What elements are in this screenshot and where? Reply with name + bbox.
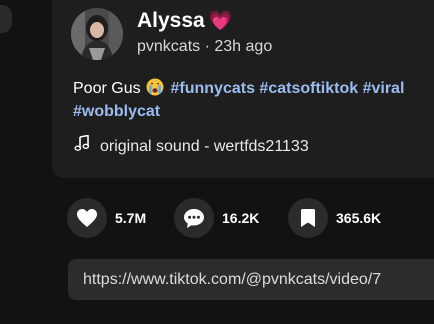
- caption-text: Poor Gus: [73, 80, 141, 97]
- comment-button[interactable]: [174, 198, 214, 238]
- left-panel-edge: [0, 5, 12, 33]
- like-button[interactable]: [67, 198, 107, 238]
- author-username[interactable]: pvnkcats: [137, 38, 200, 55]
- like-count: 5.7M: [115, 210, 147, 226]
- save-count: 365.6K: [336, 210, 382, 226]
- pink-heart-icon: 💗: [208, 11, 233, 32]
- comment-count: 16.2K: [222, 210, 260, 226]
- heart-icon: [77, 209, 97, 227]
- crying-face-icon: [146, 78, 164, 96]
- video-caption: Poor Gus #funnycats #catsoftiktok #viral…: [73, 77, 434, 123]
- save-button[interactable]: [288, 198, 328, 238]
- author-name[interactable]: Alyssa 💗: [137, 8, 232, 35]
- author-name-text: Alyssa: [137, 9, 205, 32]
- avatar[interactable]: [71, 8, 123, 60]
- hashtag-link[interactable]: #viral: [363, 80, 405, 97]
- share-link-input[interactable]: [83, 259, 434, 300]
- comment-icon: [184, 208, 204, 228]
- sound-label: original sound - wertfds21133: [100, 138, 309, 155]
- hashtag-link[interactable]: #funnycats: [171, 80, 255, 97]
- post-time: 23h ago: [214, 38, 273, 55]
- bookmark-icon: [301, 209, 315, 227]
- hashtag-link[interactable]: #catsoftiktok: [259, 80, 358, 97]
- hashtag-link[interactable]: #wobblycat: [73, 103, 160, 120]
- sound-link[interactable]: original sound - wertfds21133: [74, 134, 309, 157]
- author-meta: pvnkcats · 23h ago: [137, 37, 272, 57]
- copy-link-box: [68, 259, 434, 300]
- music-note-icon: [74, 134, 90, 157]
- meta-separator: ·: [204, 38, 210, 55]
- avatar-image: [71, 8, 123, 60]
